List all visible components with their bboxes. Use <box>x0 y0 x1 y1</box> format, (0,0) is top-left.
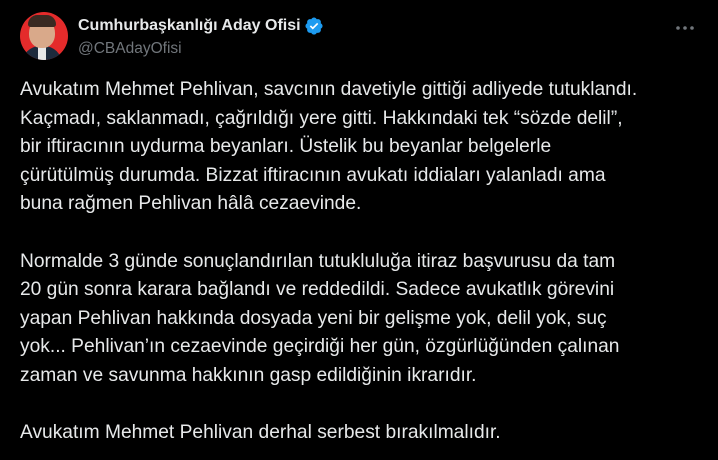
text-line: yapan Pehlivan hakkında dosyada yeni bir… <box>20 307 607 329</box>
text-line: buna rağmen Pehlivan hâlâ cezaevinde. <box>20 193 362 215</box>
display-name-row: Cumhurbaşkanlığı Aday Ofisi <box>78 15 324 37</box>
text-line: çürütülmüş durumda. Bizzat iftiracının a… <box>20 164 606 186</box>
avatar-hair <box>28 15 56 27</box>
display-name[interactable]: Cumhurbaşkanlığı Aday Ofisi <box>78 15 301 37</box>
tweet-card: Cumhurbaşkanlığı Aday Ofisi @CBAdayOfisi… <box>0 0 718 460</box>
verified-badge-icon[interactable] <box>304 16 324 36</box>
avatar[interactable] <box>20 12 68 60</box>
text-line: bir iftiracının uydurma beyanları. Üstel… <box>20 136 552 158</box>
text-line: zaman ve savunma hakkının gasp edildiğin… <box>20 364 477 386</box>
tweet-paragraph: Normalde 3 günde sonuçlandırılan tutuklu… <box>20 248 708 391</box>
author-names: Cumhurbaşkanlığı Aday Ofisi @CBAdayOfisi <box>78 15 324 59</box>
tweet-paragraph: Avukatım Mehmet Pehlivan derhal serbest … <box>20 419 708 448</box>
more-dots-icon[interactable] <box>674 18 696 38</box>
tweet-text: Avukatım Mehmet Pehlivan, savcının davet… <box>20 76 708 448</box>
tweet-paragraph: Avukatım Mehmet Pehlivan, savcının davet… <box>20 76 708 219</box>
text-line: Avukatım Mehmet Pehlivan, savcının davet… <box>20 79 638 100</box>
text-line: Avukatım Mehmet Pehlivan derhal serbest … <box>20 422 501 444</box>
text-line: 20 gün sonra karara bağlandı ve reddedil… <box>20 279 615 301</box>
text-line: yok... Pehlivan’ın cezaevinde geçirdiği … <box>20 336 620 358</box>
text-line: Normalde 3 günde sonuçlandırılan tutuklu… <box>20 250 616 272</box>
author-handle[interactable]: @CBAdayOfisi <box>78 39 324 59</box>
avatar-shirt <box>38 46 46 60</box>
text-line: Kaçmadı, saklanmadı, çağrıldığı yere git… <box>20 107 623 129</box>
tweet-header: Cumhurbaşkanlığı Aday Ofisi @CBAdayOfisi <box>20 12 702 64</box>
